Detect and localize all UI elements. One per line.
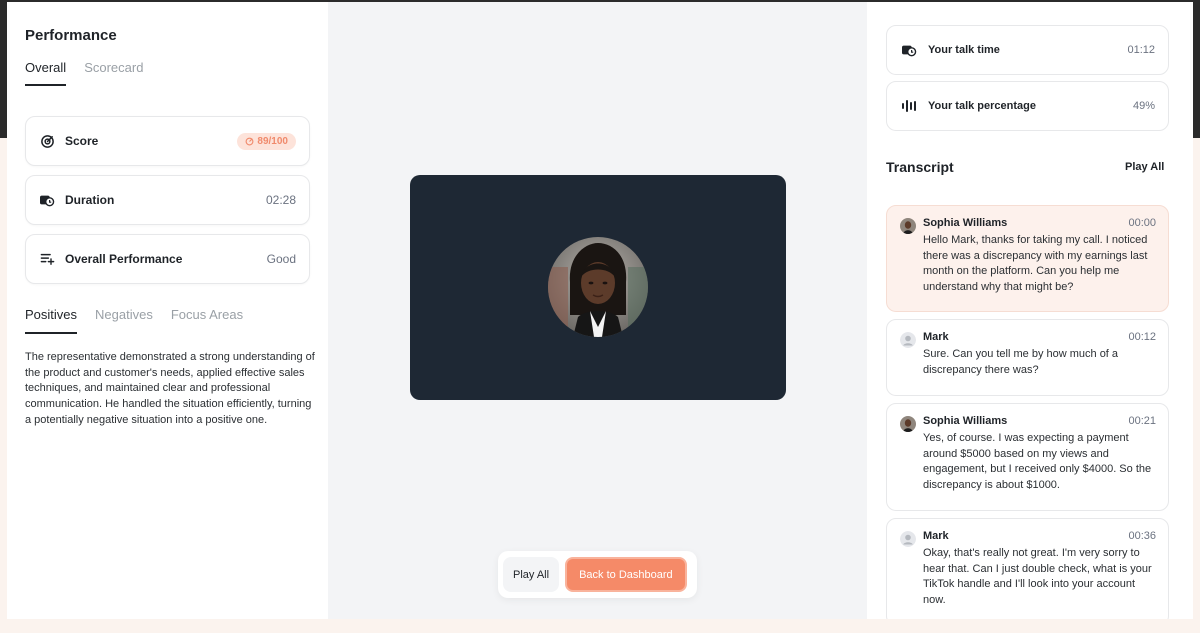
tab-positives[interactable]: Positives [25, 307, 78, 334]
message-text: Sure. Can you tell me by how much of a d… [923, 348, 1119, 376]
talk-percentage-value: 49% [1132, 100, 1155, 112]
performance-tabs: Overall Scorecard [25, 60, 143, 86]
message-time: 00:12 [1128, 331, 1156, 343]
talk-time-value: 01:12 [1127, 44, 1155, 56]
speaker-avatar [900, 416, 916, 432]
feedback-summary: The representative demonstrated a strong… [25, 351, 315, 426]
speaker-name: Mark [923, 331, 949, 343]
talk-percentage-label: Your talk percentage [928, 100, 1036, 112]
play-all-button[interactable]: Play All [503, 557, 560, 592]
score-badge-icon [245, 137, 254, 145]
overall-performance-card: Overall Performance Good [25, 234, 310, 284]
transcript-panel: Your talk time 01:12 Your talk percentag… [867, 2, 1193, 619]
message-text: Yes, of course. I was expecting a paymen… [923, 432, 1152, 491]
transcript-message[interactable]: Sophia Williams 00:21 Yes, of course. I … [886, 403, 1169, 511]
score-value: 89/100 [257, 135, 288, 147]
tab-negatives[interactable]: Negatives [95, 307, 153, 334]
speaker-name: Mark [923, 530, 949, 542]
user-avatar-icon [900, 332, 916, 348]
transcript-play-all-button[interactable]: Play All [1125, 161, 1164, 173]
duration-value: 02:28 [265, 193, 296, 207]
score-label: Score [65, 134, 99, 148]
stopwatch-icon [39, 192, 55, 208]
score-badge: 89/100 [237, 132, 296, 150]
speaker-name: Sophia Williams [923, 217, 1008, 229]
talk-time-card: Your talk time 01:12 [886, 25, 1169, 75]
message-text: Okay, that's really not great. I'm very … [923, 547, 1152, 606]
score-card: Score 89/100 [25, 116, 310, 166]
overall-performance-value: Good [266, 252, 296, 266]
page-title: Performance [25, 27, 117, 44]
overall-performance-label: Overall Performance [65, 252, 183, 266]
message-time: 00:36 [1128, 530, 1156, 542]
score-gauge-icon [39, 133, 55, 149]
speaker-name: Sophia Williams [923, 415, 1008, 427]
customer-avatar [548, 237, 648, 337]
talk-percentage-card: Your talk percentage 49% [886, 81, 1169, 131]
playback-controls: Play All Back to Dashboard [498, 551, 697, 598]
duration-card: Duration 02:28 [25, 175, 310, 225]
duration-label: Duration [65, 193, 115, 207]
talk-time-label: Your talk time [928, 44, 1000, 56]
video-panel [410, 175, 786, 400]
back-to-dashboard-button[interactable]: Back to Dashboard [565, 557, 687, 592]
transcript-message[interactable]: Mark 00:12 Sure. Can you tell me by how … [886, 319, 1169, 396]
app-window: Performance Overall Scorecard Score 89/1… [7, 2, 1193, 619]
stopwatch-icon [900, 42, 918, 58]
tab-scorecard[interactable]: Scorecard [84, 60, 143, 86]
call-stage: Play All Back to Dashboard [328, 2, 867, 619]
user-avatar-icon [900, 531, 916, 547]
message-time: 00:00 [1128, 217, 1156, 229]
performance-panel: Performance Overall Scorecard Score 89/1… [7, 2, 328, 619]
tab-focus-areas[interactable]: Focus Areas [171, 307, 243, 334]
transcript-message[interactable]: Sophia Williams 00:00 Hello Mark, thanks… [886, 205, 1169, 312]
feedback-tabs: Positives Negatives Focus Areas [25, 307, 243, 334]
tab-overall[interactable]: Overall [25, 60, 67, 86]
transcript-title: Transcript [886, 159, 954, 175]
message-text: Hello Mark, thanks for taking my call. I… [923, 234, 1148, 293]
audio-bars-icon [900, 98, 918, 114]
transcript-message[interactable]: Mark 00:36 Okay, that's really not great… [886, 518, 1169, 619]
message-time: 00:21 [1128, 415, 1156, 427]
speaker-avatar [900, 218, 916, 234]
list-sparkle-icon [39, 251, 55, 267]
